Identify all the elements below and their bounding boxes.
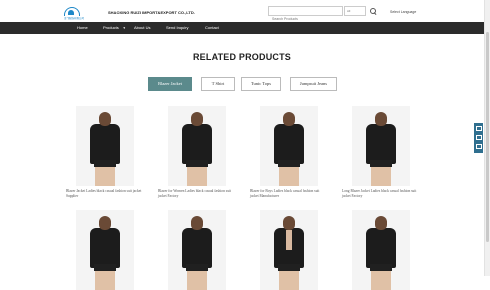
product-title[interactable]: Long Blazer Jacket Ladies black casual f…	[342, 189, 420, 199]
nav-send-inquiry[interactable]: Send Inquiry	[166, 22, 188, 34]
product-image[interactable]	[168, 210, 226, 290]
company-name: SHAOXING RUIZI IMPORT&EXPORT CO.,LTD.	[108, 10, 195, 15]
email-icon[interactable]	[475, 135, 482, 140]
chevron-down-icon: ▼	[122, 26, 126, 30]
search-box[interactable]	[268, 6, 343, 23]
product-image[interactable]	[76, 210, 134, 290]
nav-contact[interactable]: Contact	[205, 22, 219, 34]
tab-jumpsuit-jeans[interactable]: Jumpsuit Jeans	[290, 77, 337, 91]
chat-icon[interactable]	[475, 126, 482, 131]
product-title[interactable]: Blazer for Women Ladies black casual fas…	[158, 189, 236, 199]
product-card[interactable]	[168, 210, 226, 290]
tab-t-shirt[interactable]: T Shirt	[201, 77, 235, 91]
phone-icon[interactable]	[475, 144, 482, 149]
nav-about-us[interactable]: About Us	[134, 22, 150, 34]
page-title: RELATED PRODUCTS	[192, 52, 292, 62]
product-card[interactable]	[352, 210, 410, 290]
tab-blazer-jacket[interactable]: Blazer Jacket	[148, 77, 192, 91]
product-card[interactable]	[260, 210, 318, 290]
nav-products[interactable]: Products ▼	[103, 22, 126, 34]
product-image[interactable]	[260, 106, 318, 186]
product-card[interactable]: Long Blazer Jacket Ladies black casual f…	[342, 106, 416, 199]
product-card[interactable]: Blazer for Boys Ladies black casual fash…	[250, 106, 319, 199]
product-card[interactable]	[76, 210, 134, 290]
product-card[interactable]: Blazer Jacket Ladies black casual fashio…	[66, 106, 141, 199]
product-title[interactable]: Blazer for Boys Ladies black casual fash…	[250, 189, 328, 199]
product-image[interactable]	[352, 106, 410, 186]
nav-home[interactable]: Home	[77, 22, 88, 34]
tab-tunic-tops[interactable]: Tunic Tops	[241, 77, 281, 91]
site-header: 金飞服饰有限公司 SHAOXING RUIZI IMPORT&EXPORT CO…	[0, 0, 484, 23]
product-image[interactable]	[352, 210, 410, 290]
product-title[interactable]: Blazer Jacket Ladies black casual fashio…	[66, 189, 144, 199]
logo-subtitle: 金飞服饰有限公司	[64, 17, 85, 20]
product-image[interactable]	[260, 210, 318, 290]
product-image[interactable]	[76, 106, 134, 186]
page-scrollbar[interactable]	[484, 0, 490, 276]
product-image[interactable]	[168, 106, 226, 186]
company-logo[interactable]: 金飞服饰有限公司	[64, 7, 104, 20]
main-nav: Home Products ▼ About Us Send Inquiry Con…	[0, 22, 484, 34]
search-icon[interactable]	[369, 7, 377, 15]
nav-products-label: Products	[103, 25, 119, 30]
language-selector[interactable]: Select Language	[390, 10, 416, 14]
scrollbar-thumb[interactable]	[486, 32, 489, 242]
search-category-select[interactable]: All	[344, 6, 366, 16]
floating-contact-widget	[474, 123, 483, 153]
product-card[interactable]: Blazer for Women Ladies black casual fas…	[158, 106, 231, 199]
